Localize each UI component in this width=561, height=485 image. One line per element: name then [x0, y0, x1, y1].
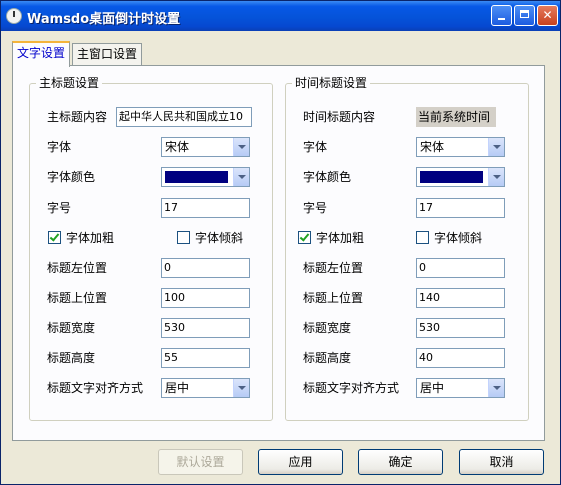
minimize-button[interactable] [491, 5, 512, 26]
time-color-label: 字体颜色 [303, 170, 352, 184]
main-italic-checkbox[interactable] [177, 231, 190, 244]
time-size-input[interactable]: 17 [416, 198, 505, 218]
tab-text-settings[interactable]: 文字设置 [12, 41, 71, 67]
main-top-label: 标题上位置 [47, 291, 108, 305]
time-size-label: 字号 [303, 201, 328, 215]
main-bold-checkbox[interactable] [48, 231, 61, 244]
group-legend: 主标题设置 [36, 76, 103, 90]
main-color-label: 字体颜色 [47, 170, 96, 184]
time-align-label: 标题文字对齐方式 [303, 381, 400, 395]
tab-main-window-settings[interactable]: 主窗口设置 [72, 43, 143, 65]
title-bar[interactable]: Wamsdo桌面倒计时设置 ✕ [1, 1, 560, 31]
chevron-down-icon[interactable] [488, 168, 504, 186]
color-swatch [420, 171, 483, 183]
time-font-select[interactable]: 宋体 [416, 137, 505, 157]
maximize-icon [520, 10, 529, 18]
maximize-button[interactable] [514, 5, 535, 26]
default-settings-button[interactable]: 默认设置 [158, 449, 243, 475]
time-font-label: 字体 [303, 140, 328, 154]
main-bold-label: 字体加粗 [66, 231, 115, 245]
main-size-input[interactable]: 17 [161, 198, 250, 218]
main-font-label: 字体 [47, 140, 72, 154]
main-font-select[interactable]: 宋体 [161, 137, 250, 157]
time-width-input[interactable]: 530 [416, 318, 505, 338]
minimize-icon [498, 18, 505, 20]
main-height-input[interactable]: 55 [161, 348, 250, 368]
main-color-select[interactable] [161, 167, 250, 187]
time-italic-checkbox[interactable] [416, 231, 429, 244]
time-left-input[interactable]: 0 [416, 258, 505, 278]
time-bold-checkbox[interactable] [298, 231, 311, 244]
main-width-input[interactable]: 530 [161, 318, 250, 338]
cancel-button[interactable]: 取消 [459, 449, 544, 475]
main-width-label: 标题宽度 [47, 321, 96, 335]
time-title-content-label: 时间标题内容 [303, 110, 376, 124]
main-italic-label: 字体倾斜 [195, 231, 244, 245]
settings-window: Wamsdo桌面倒计时设置 ✕ 文字设置 主窗口设置 主标题设置 主标题内容 起… [0, 0, 561, 485]
color-swatch [165, 171, 228, 183]
time-height-label: 标题高度 [303, 351, 352, 365]
time-height-input[interactable]: 40 [416, 348, 505, 368]
time-bold-label: 字体加粗 [316, 231, 365, 245]
main-left-input[interactable]: 0 [161, 258, 250, 278]
chevron-down-icon[interactable] [233, 138, 249, 156]
tab-panel: 主标题设置 主标题内容 起中华人民共和国成立10 字体 宋体 字体颜色 字号 1… [12, 65, 545, 441]
main-left-label: 标题左位置 [47, 261, 108, 275]
time-top-label: 标题上位置 [303, 291, 364, 305]
main-top-input[interactable]: 100 [161, 288, 250, 308]
clock-icon [6, 8, 22, 24]
apply-button[interactable]: 应用 [258, 449, 343, 475]
time-width-label: 标题宽度 [303, 321, 352, 335]
main-title-content-input[interactable]: 起中华人民共和国成立10 [116, 107, 252, 127]
chevron-down-icon[interactable] [488, 138, 504, 156]
main-align-label: 标题文字对齐方式 [47, 381, 144, 395]
chevron-down-icon[interactable] [488, 379, 504, 397]
main-title-group: 主标题设置 [29, 76, 273, 421]
time-color-select[interactable] [416, 167, 505, 187]
main-title-content-label: 主标题内容 [47, 110, 108, 124]
close-icon: ✕ [542, 8, 553, 22]
time-top-input[interactable]: 140 [416, 288, 505, 308]
time-italic-label: 字体倾斜 [434, 231, 483, 245]
main-size-label: 字号 [47, 201, 72, 215]
window-title: Wamsdo桌面倒计时设置 [27, 12, 181, 27]
main-height-label: 标题高度 [47, 351, 96, 365]
chevron-down-icon[interactable] [233, 379, 249, 397]
time-title-group: 时间标题设置 [285, 76, 529, 421]
time-left-label: 标题左位置 [303, 261, 364, 275]
main-align-select[interactable]: 居中 [161, 378, 250, 398]
time-title-content-value: 当前系统时间 [416, 107, 496, 127]
time-align-select[interactable]: 居中 [416, 378, 505, 398]
group-legend: 时间标题设置 [292, 76, 371, 90]
chevron-down-icon[interactable] [233, 168, 249, 186]
close-button[interactable]: ✕ [537, 5, 558, 26]
ok-button[interactable]: 确定 [358, 449, 443, 475]
